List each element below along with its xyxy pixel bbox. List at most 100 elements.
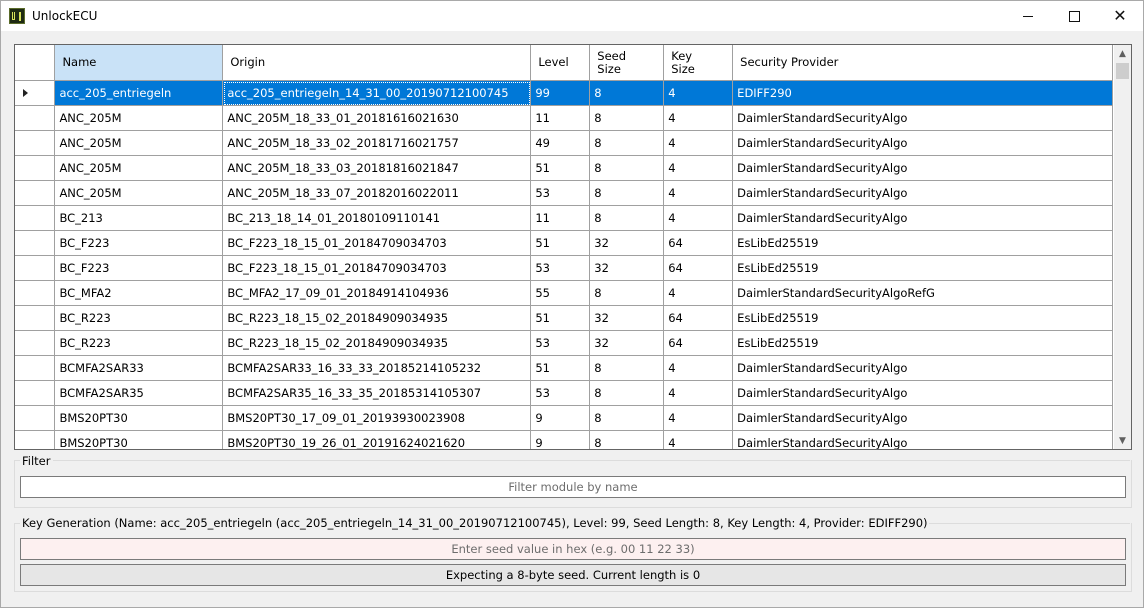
scroll-up-icon[interactable]: ▲ [1114, 45, 1131, 62]
cell-level[interactable]: 53 [530, 330, 591, 356]
cell-level[interactable]: 11 [530, 205, 591, 231]
column-header-key-size[interactable]: Key Size [663, 45, 734, 81]
cell-level[interactable]: 51 [530, 155, 591, 181]
row-header[interactable] [15, 180, 56, 206]
cell-provider[interactable]: DaimlerStandardSecurityAlgo [732, 380, 1113, 406]
cell-level[interactable]: 51 [530, 355, 591, 381]
table-row[interactable]: BC_R223 BC_R223_18_15_02_20184909034935 51… [15, 305, 1113, 331]
cell-origin[interactable]: ANC_205M_18_33_07_20182016022011 [222, 180, 532, 206]
cell-name[interactable]: BC_MFA2 [54, 280, 224, 306]
cell-level[interactable]: 51 [530, 230, 591, 256]
row-header[interactable] [15, 230, 56, 256]
cell-origin[interactable]: BCMFA2SAR33_16_33_33_20185214105232 [222, 355, 532, 381]
cell-origin[interactable]: BC_213_18_14_01_20180109110141 [222, 205, 532, 231]
cell-name[interactable]: BCMFA2SAR33 [54, 355, 224, 381]
row-header[interactable] [15, 105, 56, 131]
cell-seed-size[interactable]: 32 [589, 255, 665, 281]
cell-seed-size[interactable]: 8 [589, 180, 665, 206]
cell-key-size[interactable]: 4 [663, 405, 734, 431]
seed-input[interactable] [20, 538, 1126, 560]
cell-key-size[interactable]: 64 [663, 330, 734, 356]
table-row[interactable]: BCMFA2SAR33 BCMFA2SAR33_16_33_33_20185214… [15, 355, 1113, 381]
cell-key-size[interactable]: 4 [663, 105, 734, 131]
table-row[interactable]: acc_205_entriegeln acc_205_entriegeln_14_… [15, 80, 1113, 106]
cell-seed-size[interactable]: 8 [589, 405, 665, 431]
cell-key-size[interactable]: 64 [663, 305, 734, 331]
cell-name[interactable]: BCMFA2SAR35 [54, 380, 224, 406]
cell-seed-size[interactable]: 32 [589, 330, 665, 356]
column-header-origin[interactable]: Origin [222, 45, 532, 81]
key-status-button[interactable]: Expecting a 8-byte seed. Current length … [20, 564, 1126, 586]
cell-provider[interactable]: DaimlerStandardSecurityAlgo [732, 130, 1113, 156]
row-header[interactable] [15, 80, 56, 106]
module-grid[interactable]: Name Origin Level Seed Size Key Size Security… [14, 44, 1132, 450]
close-button[interactable]: ✕ [1097, 1, 1143, 31]
cell-name[interactable]: BC_F223 [54, 230, 224, 256]
table-row[interactable]: BMS20PT30 BMS20PT30_19_26_01_201916240216… [15, 430, 1113, 449]
row-header[interactable] [15, 380, 56, 406]
vertical-scrollbar[interactable]: ▲ ▼ [1114, 45, 1131, 449]
cell-name[interactable]: BC_213 [54, 205, 224, 231]
table-row[interactable]: ANC_205M ANC_205M_18_33_01_20181616021630… [15, 105, 1113, 131]
cell-name[interactable]: acc_205_entriegeln [54, 80, 224, 106]
row-header[interactable] [15, 205, 56, 231]
table-row[interactable]: BC_F223 BC_F223_18_15_01_20184709034703 51… [15, 230, 1113, 256]
maximize-button[interactable] [1051, 1, 1097, 31]
cell-seed-size[interactable]: 8 [589, 205, 665, 231]
cell-origin[interactable]: ANC_205M_18_33_02_20181716021757 [222, 130, 532, 156]
table-row[interactable]: BCMFA2SAR35 BCMFA2SAR35_16_33_35_20185314… [15, 380, 1113, 406]
column-header-seed-size[interactable]: Seed Size [589, 45, 665, 81]
cell-key-size[interactable]: 4 [663, 180, 734, 206]
table-row[interactable]: BC_213 BC_213_18_14_01_20180109110141 11 8 4… [15, 205, 1113, 231]
cell-key-size[interactable]: 64 [663, 230, 734, 256]
cell-origin[interactable]: BC_R223_18_15_02_20184909034935 [222, 305, 532, 331]
cell-provider[interactable]: EsLibEd25519 [732, 305, 1113, 331]
row-header[interactable] [15, 280, 56, 306]
column-header-level[interactable]: Level [530, 45, 591, 81]
cell-provider[interactable]: DaimlerStandardSecurityAlgoRefG [732, 280, 1113, 306]
cell-origin[interactable]: BMS20PT30_17_09_01_20193930023908 [222, 405, 532, 431]
scroll-down-icon[interactable]: ▼ [1114, 432, 1131, 449]
cell-name[interactable]: BC_R223 [54, 330, 224, 356]
cell-key-size[interactable]: 4 [663, 205, 734, 231]
table-row[interactable]: ANC_205M ANC_205M_18_33_07_20182016022011… [15, 180, 1113, 206]
cell-level[interactable]: 55 [530, 280, 591, 306]
cell-provider[interactable]: DaimlerStandardSecurityAlgo [732, 355, 1113, 381]
cell-provider[interactable]: DaimlerStandardSecurityAlgo [732, 105, 1113, 131]
cell-seed-size[interactable]: 8 [589, 430, 665, 449]
cell-provider[interactable]: DaimlerStandardSecurityAlgo [732, 205, 1113, 231]
cell-provider[interactable]: DaimlerStandardSecurityAlgo [732, 155, 1113, 181]
cell-seed-size[interactable]: 8 [589, 105, 665, 131]
cell-key-size[interactable]: 4 [663, 80, 734, 106]
table-row[interactable]: ANC_205M ANC_205M_18_33_02_20181716021757… [15, 130, 1113, 156]
table-row[interactable]: BMS20PT30 BMS20PT30_17_09_01_201939300239… [15, 405, 1113, 431]
cell-origin[interactable]: acc_205_entriegeln_14_31_00_201907121007… [222, 80, 532, 106]
cell-level[interactable]: 99 [530, 80, 591, 106]
table-row[interactable]: BC_MFA2 BC_MFA2_17_09_01_20184914104936 55… [15, 280, 1113, 306]
cell-seed-size[interactable]: 8 [589, 380, 665, 406]
row-header[interactable] [15, 430, 56, 449]
cell-name[interactable]: BMS20PT30 [54, 405, 224, 431]
cell-provider[interactable]: DaimlerStandardSecurityAlgo [732, 180, 1113, 206]
cell-seed-size[interactable]: 8 [589, 130, 665, 156]
cell-seed-size[interactable]: 32 [589, 230, 665, 256]
cell-origin[interactable]: BC_R223_18_15_02_20184909034935 [222, 330, 532, 356]
cell-seed-size[interactable]: 8 [589, 355, 665, 381]
cell-level[interactable]: 53 [530, 180, 591, 206]
cell-key-size[interactable]: 4 [663, 430, 734, 449]
cell-key-size[interactable]: 4 [663, 130, 734, 156]
cell-seed-size[interactable]: 8 [589, 155, 665, 181]
row-header[interactable] [15, 330, 56, 356]
cell-name[interactable]: ANC_205M [54, 155, 224, 181]
cell-level[interactable]: 49 [530, 130, 591, 156]
row-header[interactable] [15, 355, 56, 381]
row-header[interactable] [15, 155, 56, 181]
column-header-name[interactable]: Name [54, 45, 224, 81]
column-header-provider[interactable]: Security Provider [732, 45, 1113, 81]
cell-provider[interactable]: EsLibEd25519 [732, 230, 1113, 256]
cell-origin[interactable]: BC_F223_18_15_01_20184709034703 [222, 230, 532, 256]
cell-name[interactable]: BC_F223 [54, 255, 224, 281]
minimize-button[interactable] [1005, 1, 1051, 31]
cell-name[interactable]: BC_R223 [54, 305, 224, 331]
table-row[interactable]: BC_F223 BC_F223_18_15_01_20184709034703 53… [15, 255, 1113, 281]
